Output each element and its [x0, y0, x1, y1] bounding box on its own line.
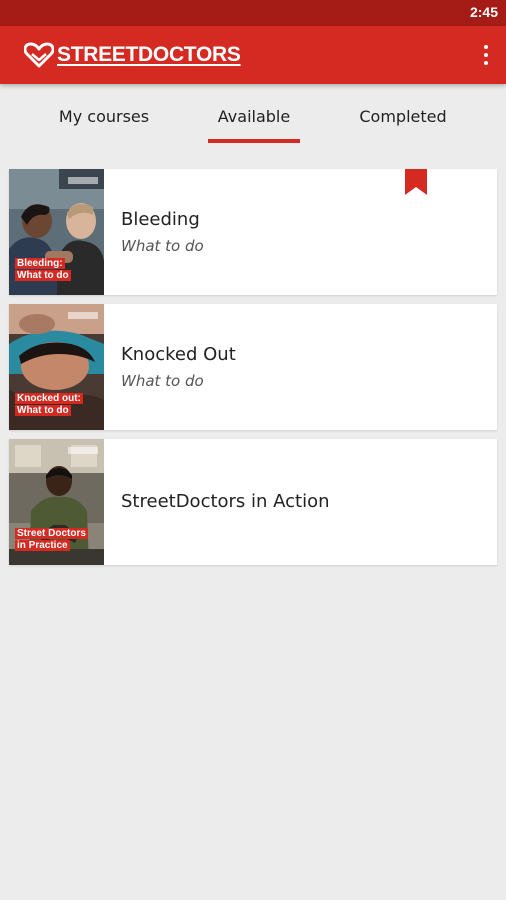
thumbnail-caption: Street Doctors in Practice: [15, 528, 88, 551]
course-subtitle: What to do: [121, 237, 204, 255]
course-thumbnail: Knocked out: What to do: [9, 304, 104, 430]
course-title: StreetDoctors in Action: [121, 491, 330, 512]
bookmark-icon[interactable]: [405, 169, 427, 195]
thumbnail-tag: [68, 177, 98, 184]
thumbnail-caption: Knocked out: What to do: [15, 393, 83, 416]
thumbnail-tag: [68, 447, 98, 454]
course-card-bleeding[interactable]: Bleeding: What to do Bleeding What to do: [9, 169, 497, 295]
course-card-knocked-out[interactable]: Knocked out: What to do Knocked Out What …: [9, 304, 497, 430]
course-title: Bleeding: [121, 209, 200, 230]
thumbnail-tag: [68, 312, 98, 319]
course-title: Knocked Out: [121, 344, 236, 365]
logo-text: STREETDOCTORS: [57, 43, 241, 66]
status-time: 2:45: [469, 4, 498, 20]
thumbnail-caption: Bleeding: What to do: [15, 258, 71, 281]
tab-my-courses[interactable]: My courses: [44, 86, 164, 146]
app-bar: STREETDOCTORS: [0, 26, 506, 84]
more-vertical-icon[interactable]: [480, 43, 492, 67]
tab-available[interactable]: Available: [198, 86, 310, 146]
streetdoctors-logo: STREETDOCTORS: [24, 40, 241, 70]
heart-logo-icon: [24, 42, 54, 68]
course-thumbnail: Street Doctors in Practice: [9, 439, 104, 565]
status-bar: 2:45: [0, 0, 506, 26]
tab-completed[interactable]: Completed: [348, 86, 458, 146]
active-tab-indicator: [208, 139, 300, 143]
course-thumbnail: Bleeding: What to do: [9, 169, 104, 295]
tab-bar: My courses Available Completed: [0, 86, 506, 146]
course-card-streetdoctors-in-action[interactable]: Street Doctors in Practice StreetDoctors …: [9, 439, 497, 565]
course-subtitle: What to do: [121, 372, 204, 390]
